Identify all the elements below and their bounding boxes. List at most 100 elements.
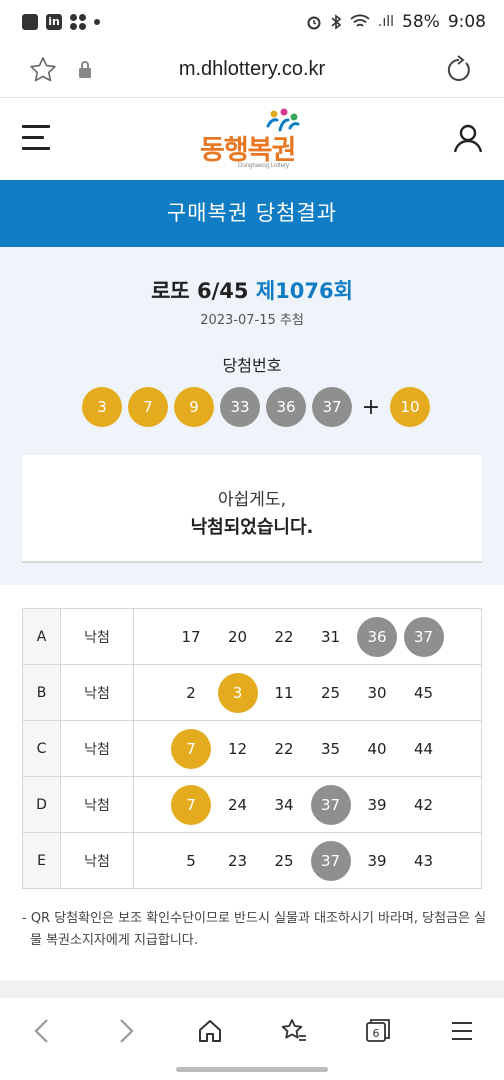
table-row: E 낙첨 5 23 25 37 39 43 — [22, 832, 482, 889]
game-number: 22 — [274, 627, 294, 646]
wifi-icon — [350, 14, 370, 27]
game-number: 42 — [413, 795, 434, 814]
url-field[interactable]: m.dhlottery.co.kr — [0, 58, 504, 81]
tabs-icon[interactable]: 6 — [358, 1011, 398, 1051]
back-icon[interactable] — [22, 1011, 62, 1051]
game-numbers: 7 12 22 35 40 44 — [133, 720, 482, 777]
table-row: A 낙첨 17 20 22 31 36 37 — [22, 608, 482, 665]
table-row: B 낙첨 2 3 11 25 30 45 — [22, 664, 482, 721]
bonus-ball: 10 — [390, 387, 430, 427]
draw-title: 로또 6/45 제1076회 — [0, 275, 504, 305]
site-logo[interactable]: 동행복권 Donghaeng Lottery — [200, 108, 306, 169]
hamburger-menu-icon[interactable] — [22, 125, 50, 151]
winning-numbers: 3 7 9 33 36 37 + 10 — [82, 387, 436, 427]
page-footer-strip — [0, 980, 504, 998]
game-number: 39 — [367, 851, 387, 870]
game-numbers: 5 23 25 37 39 43 — [133, 832, 482, 889]
matched-number: 37 — [403, 616, 444, 657]
game-number: 25 — [320, 683, 341, 702]
game-number: 17 — [181, 627, 201, 646]
game-number: 20 — [227, 627, 248, 646]
game-number: 5 — [186, 851, 196, 870]
game-label: D — [22, 776, 61, 833]
game-status: 낙첨 — [60, 664, 134, 721]
game-number: 11 — [274, 683, 294, 702]
system-indicators: .ıll 58% 9:08 — [306, 12, 486, 32]
game-status: 낙첨 — [60, 832, 134, 889]
battery-level: 58% — [402, 12, 440, 32]
forward-icon[interactable] — [106, 1011, 146, 1051]
notification-icons: in — [22, 14, 100, 30]
game-number: 23 — [227, 851, 248, 870]
winning-ball: 36 — [266, 387, 306, 427]
game-label: C — [22, 720, 61, 777]
page-title-banner: 구매복권 당첨결과 — [0, 180, 504, 247]
status-bar: in .ıll 58% 9:08 — [0, 0, 504, 44]
game-label: E — [22, 832, 61, 889]
winning-numbers-label: 당첨번호 — [222, 356, 282, 375]
matched-number: 7 — [171, 728, 211, 769]
result-message-line2: 낙첨되었습니다. — [190, 517, 314, 538]
result-section: 로또 6/45 제1076회 2023-07-15 추첨 당첨번호 3 7 9 … — [0, 247, 504, 585]
browser-bottom-nav: 6 — [0, 998, 504, 1064]
game-number: 25 — [274, 851, 294, 870]
game-numbers: 7 24 34 37 39 42 — [133, 776, 482, 833]
winning-ball: 7 — [128, 387, 168, 427]
game-status: 낙첨 — [60, 720, 134, 777]
game-number: 31 — [320, 627, 341, 646]
gesture-bar[interactable] — [176, 1067, 328, 1072]
game-label: B — [22, 664, 61, 721]
bluetooth-icon — [331, 14, 342, 30]
game-numbers: 17 20 22 31 36 37 — [133, 608, 482, 665]
matched-number: 36 — [357, 616, 397, 657]
game-number: 22 — [274, 739, 294, 758]
game-number: 44 — [413, 739, 434, 758]
game-name: 로또 6/45 — [151, 279, 249, 303]
matched-number: 37 — [310, 784, 351, 825]
site-header: 동행복권 Donghaeng Lottery — [0, 98, 504, 180]
gallery-icon — [22, 14, 38, 30]
game-status: 낙첨 — [60, 608, 134, 665]
menu-icon[interactable] — [442, 1011, 482, 1051]
matched-number: 7 — [171, 784, 211, 825]
clock: 9:08 — [447, 12, 486, 32]
table-row: C 낙첨 7 12 22 35 40 44 — [22, 720, 482, 777]
game-number: 2 — [186, 683, 196, 702]
qr-notice: - QR 당첨확인은 보조 확인수단이므로 반드시 실물과 대조하시기 바라며,… — [22, 911, 487, 948]
logo-text: 동행복권 — [200, 135, 296, 166]
game-number: 24 — [227, 795, 248, 814]
home-icon[interactable] — [190, 1011, 230, 1051]
winning-ball: 37 — [312, 387, 352, 427]
reload-icon[interactable] — [444, 55, 474, 85]
game-number: 35 — [320, 739, 341, 758]
alarm-icon — [307, 16, 321, 30]
game-numbers: 2 3 11 25 30 45 — [133, 664, 482, 721]
winning-ball: 9 — [174, 387, 214, 427]
winning-ball: 3 — [82, 387, 122, 427]
winning-ball: 33 — [220, 387, 260, 427]
game-number: 30 — [367, 683, 387, 702]
game-number: 39 — [367, 795, 387, 814]
purchased-games-table: A 낙첨 17 20 22 31 36 37 B 낙첨 2 3 11 25 30… — [22, 608, 482, 889]
result-message-line1: 아쉽게도, — [218, 490, 286, 510]
logo-subtitle: Donghaeng Lottery — [238, 163, 290, 169]
game-number: 45 — [413, 683, 434, 702]
bookmarks-icon[interactable] — [274, 1011, 314, 1051]
draw-round: 제1076회 — [255, 279, 353, 303]
game-label: A — [22, 608, 61, 665]
table-row: D 낙첨 7 24 34 37 39 42 — [22, 776, 482, 833]
game-status: 낙첨 — [60, 776, 134, 833]
game-number: 43 — [413, 851, 434, 870]
apps-icon — [70, 14, 86, 30]
browser-address-bar: m.dhlottery.co.kr — [0, 44, 504, 98]
matched-number: 3 — [217, 672, 258, 713]
tabs-count: 6 — [373, 1027, 380, 1040]
matched-number: 37 — [310, 840, 351, 881]
game-number: 40 — [367, 739, 387, 758]
result-message-box: 아쉽게도, 낙첨되었습니다. — [22, 455, 482, 563]
plus-sign: + — [361, 394, 381, 420]
draw-date: 2023-07-15 추첨 — [200, 313, 304, 328]
game-number: 34 — [274, 795, 294, 814]
user-icon[interactable] — [452, 122, 484, 154]
more-notifications-icon — [94, 19, 100, 25]
